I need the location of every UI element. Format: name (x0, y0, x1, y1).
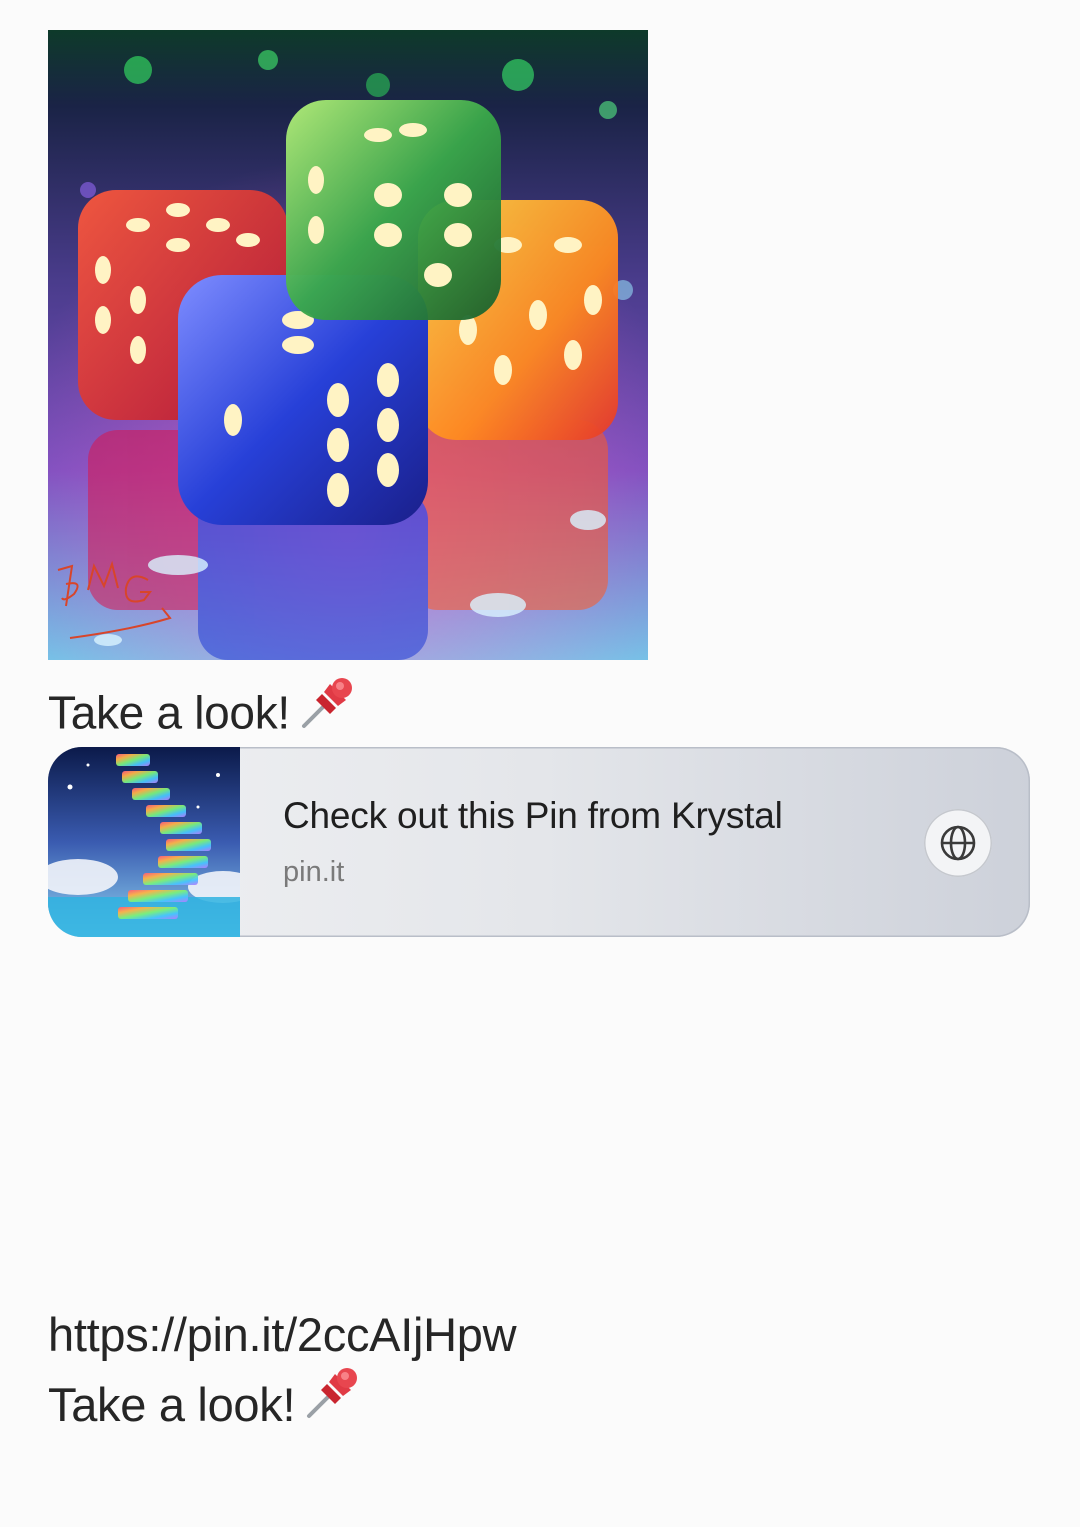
link-preview-title: Check out this Pin from Krystal (283, 795, 783, 836)
pushpin-icon (298, 674, 356, 747)
pin-url-link[interactable]: https://pin.it/2ccAIjHpw (48, 1308, 517, 1361)
message-view: Take a look! Check out this Pin from Kry… (0, 0, 1080, 1527)
globe-icon (940, 825, 976, 861)
dice-image (48, 30, 648, 660)
message-body-line: Take a look! (48, 1368, 516, 1447)
link-preview-thumbnail (48, 747, 240, 937)
shared-image[interactable] (48, 30, 648, 660)
link-preview-domain: pin.it (283, 856, 345, 888)
image-caption: Take a look! (48, 678, 356, 753)
message-body-text: Take a look! (48, 1378, 296, 1431)
open-in-browser-button[interactable] (924, 809, 992, 877)
caption-text: Take a look! (48, 686, 290, 739)
link-preview-card[interactable]: Check out this Pin from Krystal pin.it (48, 747, 1030, 937)
staircase-image (48, 747, 240, 937)
pushpin-icon (303, 1364, 361, 1441)
message-body: https://pin.it/2ccAIjHpw Take a look! (48, 1300, 517, 1447)
